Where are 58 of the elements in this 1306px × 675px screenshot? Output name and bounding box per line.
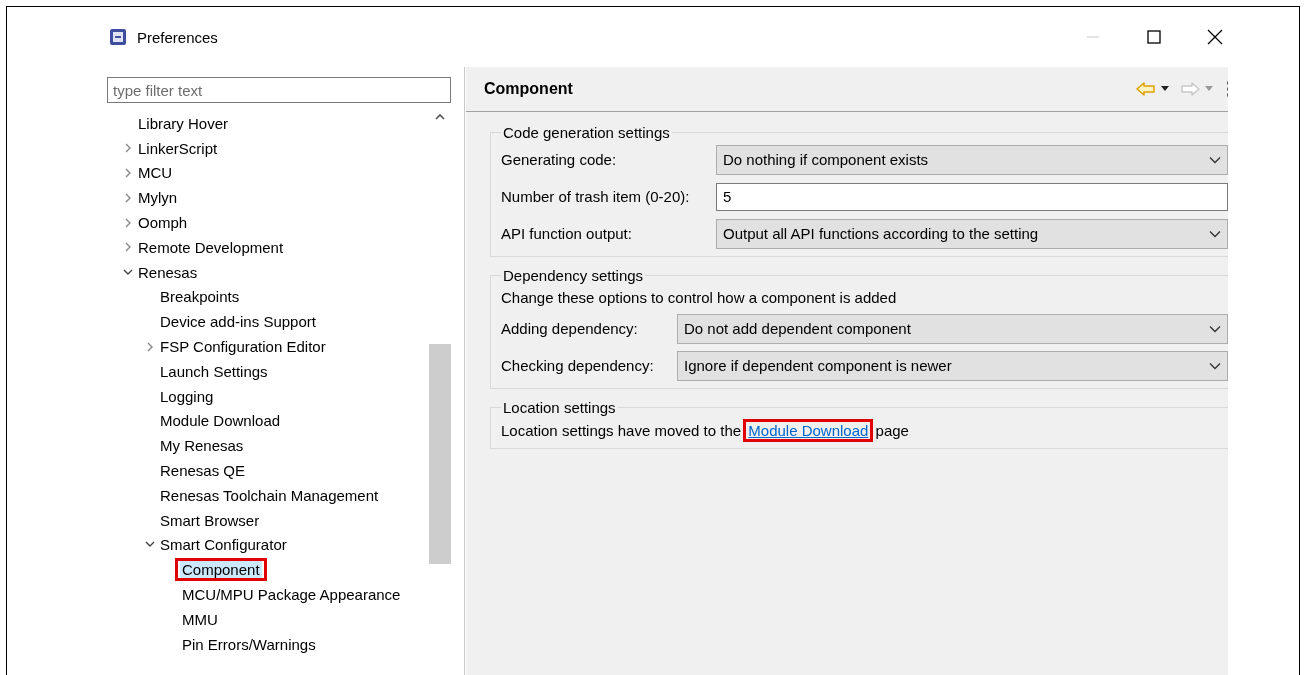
tree-item[interactable]: Module Download xyxy=(158,412,283,430)
tree-item[interactable]: Launch Settings xyxy=(158,362,270,380)
chevron-down-icon[interactable] xyxy=(123,268,133,276)
chevron-right-icon[interactable] xyxy=(124,192,132,203)
input-field[interactable]: 5 xyxy=(716,182,1228,211)
dropdown[interactable]: Do not add dependent component xyxy=(677,313,1228,344)
chevron-right-icon[interactable] xyxy=(124,217,132,228)
dropdown[interactable]: Do nothing if component exists xyxy=(716,144,1228,175)
scroll-thumb[interactable] xyxy=(429,344,451,564)
group-title: Code generation settings xyxy=(502,124,671,141)
tree-item[interactable]: MCU/MPU Package Appearance xyxy=(180,586,403,604)
filter-field[interactable]: type filter text xyxy=(107,77,451,103)
message-text: Location settings have moved to the xyxy=(501,421,742,439)
dropdown[interactable]: Output all API functions according to the setting xyxy=(716,218,1228,249)
chevron-down-icon xyxy=(1209,155,1221,164)
chip-icon xyxy=(108,27,128,47)
dropdown[interactable]: Ignore if dependent component is newer xyxy=(677,350,1228,381)
tree-item[interactable]: Renesas QE xyxy=(158,462,248,480)
chevron-down-icon[interactable] xyxy=(145,541,155,549)
field-label: Adding dependency: xyxy=(501,320,639,337)
field-label: Checking dependency: xyxy=(501,357,655,374)
tree-item[interactable]: Smart Configurator xyxy=(158,536,289,554)
chevron-down-icon xyxy=(1209,324,1221,333)
tree-item[interactable]: Breakpoints xyxy=(158,288,242,306)
group-title: Location settings xyxy=(502,399,617,416)
message-text: page xyxy=(875,421,909,439)
tree-item[interactable]: Library Hover xyxy=(136,114,231,132)
chevron-down-icon xyxy=(1209,361,1221,370)
group-title: Dependency settings xyxy=(502,267,645,284)
tree-item[interactable]: MMU xyxy=(180,610,220,628)
tree-item[interactable]: Smart Browser xyxy=(158,511,262,529)
tree-item[interactable]: FSP Configuration Editor xyxy=(158,338,328,356)
chevron-right-icon[interactable] xyxy=(146,341,154,352)
tree-item[interactable]: Renesas Toolchain Management xyxy=(158,486,381,504)
chevron-down-icon xyxy=(1209,229,1221,238)
group-description: Change these options to control how a component is added xyxy=(501,287,898,308)
tree-item[interactable]: Component xyxy=(180,561,262,579)
field-label: Generating code: xyxy=(501,151,618,168)
window-title: Preferences xyxy=(137,28,219,46)
tree-item[interactable]: Logging xyxy=(158,387,216,405)
tree-item[interactable]: Mylyn xyxy=(136,189,180,207)
field-label: Number of trash item (0-20): xyxy=(501,188,691,205)
page-title: Component xyxy=(484,80,574,98)
field-label: API function output: xyxy=(501,225,633,242)
tree-item[interactable]: LinkerScript xyxy=(136,139,220,157)
tree-item[interactable]: MCU xyxy=(136,164,175,182)
tree-item[interactable]: Device add-ins Support xyxy=(158,313,318,331)
link[interactable]: Module Download xyxy=(748,421,869,439)
chevron-right-icon[interactable] xyxy=(124,143,132,154)
tree-item[interactable]: Renesas xyxy=(136,263,200,281)
dropdown-caret-icon[interactable] xyxy=(1160,86,1170,92)
tree-item[interactable]: Pin Errors/Warnings xyxy=(180,635,318,653)
chevron-right-icon[interactable] xyxy=(124,168,132,178)
tree-item[interactable]: Remote Development xyxy=(136,238,286,256)
tree-item[interactable]: My Renesas xyxy=(158,437,246,455)
scroll-up-icon[interactable] xyxy=(435,113,445,121)
tree-item[interactable]: Oomph xyxy=(136,214,190,232)
chevron-right-icon[interactable] xyxy=(124,242,132,253)
